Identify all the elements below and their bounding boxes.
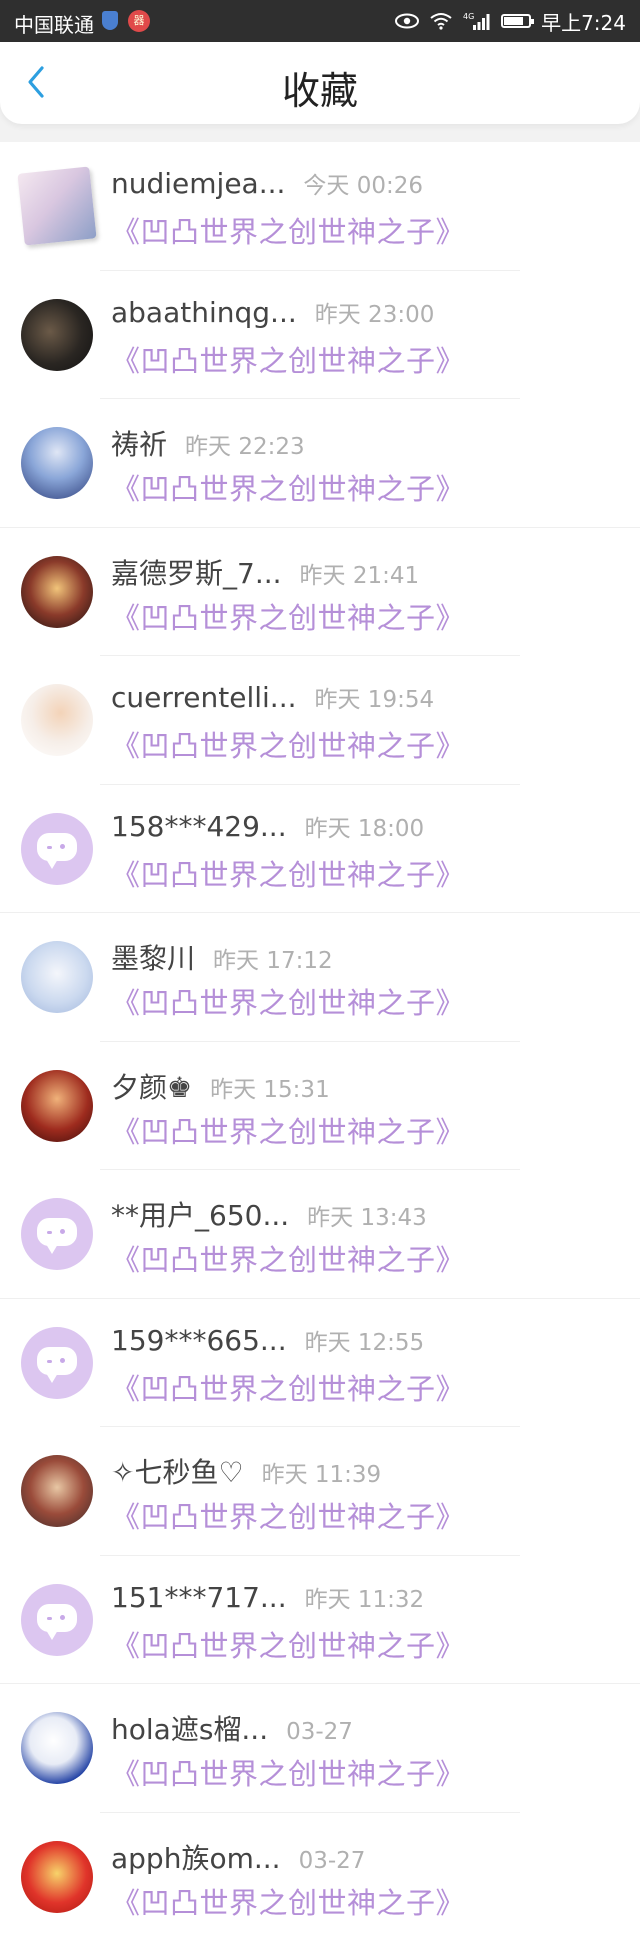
item-header: 嘉德罗斯_7... 昨天 21:41 — [111, 552, 419, 592]
item-header: nudiemjea... 今天 00:26 — [111, 166, 423, 200]
list-item[interactable]: 158***429... 昨天 18:00 《凹凸世界之创世神之子》 — [0, 785, 640, 914]
item-header: **用户_650... 昨天 13:43 — [111, 1194, 427, 1234]
list-item[interactable]: hola遮s榴... 03-27 《凹凸世界之创世神之子》 — [0, 1684, 640, 1813]
timestamp: 昨天 18:00 — [305, 816, 425, 842]
list-item[interactable]: 墨黎川昨天 17:12《凹凸世界之创世神之子》 — [0, 913, 640, 1042]
user-name[interactable]: apph族om... — [111, 1842, 281, 1875]
timestamp: 昨天 22:23 — [185, 434, 305, 460]
avatar[interactable] — [21, 427, 93, 499]
avatar[interactable] — [21, 684, 93, 756]
wifi-icon — [429, 12, 453, 30]
novel-title-link[interactable]: 《凹凸世界之创世神之子》 — [111, 1623, 465, 1665]
default-avatar-icon[interactable] — [21, 1198, 93, 1270]
list-item[interactable]: 151***717... 昨天 11:32 《凹凸世界之创世神之子》 — [0, 1556, 640, 1685]
list-item[interactable]: apph族om... 03-27 《凹凸世界之创世神之子》 — [0, 1813, 640, 1941]
item-header: cuerrentelli... 昨天 19:54 — [111, 680, 434, 714]
eye-icon — [395, 13, 419, 29]
item-header: hola遮s榴... 03-27 — [111, 1708, 353, 1748]
novel-title-link[interactable]: 《凹凸世界之创世神之子》 — [111, 980, 465, 1022]
list-item[interactable]: abaathinqg... 昨天 23:00 《凹凸世界之创世神之子》 — [0, 271, 640, 400]
user-name[interactable]: abaathinqg... — [111, 296, 297, 329]
list-item[interactable]: 159***665... 昨天 12:55 《凹凸世界之创世神之子》 — [0, 1299, 640, 1428]
novel-title-link[interactable]: 《凹凸世界之创世神之子》 — [111, 1366, 465, 1408]
novel-title-link[interactable]: 《凹凸世界之创世神之子》 — [111, 1237, 465, 1279]
item-header: 夕颜♚ 昨天 15:31 — [111, 1066, 330, 1106]
default-avatar-icon[interactable] — [21, 1584, 93, 1656]
timestamp: 今天 00:26 — [303, 173, 423, 199]
novel-title-link[interactable]: 《凹凸世界之创世神之子》 — [111, 852, 465, 894]
svg-text:4G: 4G — [463, 12, 474, 21]
signal-icon: 4G — [463, 11, 491, 31]
avatar[interactable] — [21, 299, 93, 371]
user-name[interactable]: 祷祈 — [111, 428, 167, 461]
timestamp: 昨天 23:00 — [315, 302, 435, 328]
timestamp: 昨天 11:32 — [305, 1587, 425, 1613]
avatar[interactable] — [17, 166, 96, 245]
list-item[interactable]: nudiemjea... 今天 00:26 《凹凸世界之创世神之子》 — [0, 142, 640, 271]
item-header: 158***429... 昨天 18:00 — [111, 809, 424, 843]
item-header: 墨黎川昨天 17:12 — [111, 937, 333, 977]
notification-badge: 器 — [128, 10, 150, 32]
list-item[interactable]: 嘉德罗斯_7... 昨天 21:41 《凹凸世界之创世神之子》 — [0, 528, 640, 657]
avatar[interactable] — [21, 556, 93, 628]
list-item[interactable]: **用户_650... 昨天 13:43 《凹凸世界之创世神之子》 — [0, 1170, 640, 1299]
avatar[interactable] — [21, 1070, 93, 1142]
status-bar: 中国联通 器 4G 早上7:24 — [0, 0, 640, 42]
timestamp: 昨天 19:54 — [315, 687, 435, 713]
user-name[interactable]: cuerrentelli... — [111, 681, 297, 714]
user-name[interactable]: 嘉德罗斯_7... — [111, 557, 282, 590]
timestamp: 昨天 11:39 — [262, 1462, 382, 1488]
novel-title-link[interactable]: 《凹凸世界之创世神之子》 — [111, 338, 465, 380]
shield-icon — [102, 11, 118, 30]
timestamp: 昨天 21:41 — [300, 563, 420, 589]
novel-title-link[interactable]: 《凹凸世界之创世神之子》 — [111, 1494, 465, 1536]
timestamp: 昨天 15:31 — [210, 1077, 330, 1103]
item-header: ✧七秒鱼♡ 昨天 11:39 — [111, 1451, 381, 1491]
list-item[interactable]: 夕颜♚ 昨天 15:31 《凹凸世界之创世神之子》 — [0, 1042, 640, 1171]
user-name[interactable]: ✧七秒鱼♡ — [111, 1456, 244, 1489]
novel-title-link[interactable]: 《凹凸世界之创世神之子》 — [111, 1880, 465, 1922]
avatar[interactable] — [21, 1712, 93, 1784]
list-item[interactable]: ✧七秒鱼♡ 昨天 11:39 《凹凸世界之创世神之子》 — [0, 1427, 640, 1556]
timestamp: 昨天 13:43 — [307, 1205, 427, 1231]
avatar[interactable] — [21, 1841, 93, 1913]
novel-title-link[interactable]: 《凹凸世界之创世神之子》 — [111, 1751, 465, 1793]
item-header: 159***665... 昨天 12:55 — [111, 1323, 424, 1357]
avatar[interactable] — [21, 1455, 93, 1527]
header: 收藏 — [0, 42, 640, 124]
favorites-list: nudiemjea...今天 00:26《凹凸世界之创世神之子》abaathin… — [0, 142, 640, 1941]
user-name[interactable]: 158***429... — [111, 810, 287, 843]
novel-title-link[interactable]: 《凹凸世界之创世神之子》 — [111, 1109, 465, 1151]
default-avatar-icon[interactable] — [21, 813, 93, 885]
user-name[interactable]: 159***665... — [111, 1324, 287, 1357]
clock: 早上7:24 — [541, 7, 626, 36]
timestamp: 03-27 — [286, 1719, 353, 1745]
list-item[interactable]: 祷祈昨天 22:23《凹凸世界之创世神之子》 — [0, 399, 640, 528]
novel-title-link[interactable]: 《凹凸世界之创世神之子》 — [111, 466, 465, 508]
carrier-name: 中国联通 — [14, 9, 94, 38]
user-name[interactable]: hola遮s榴... — [111, 1713, 268, 1746]
list-item[interactable]: cuerrentelli... 昨天 19:54 《凹凸世界之创世神之子》 — [0, 656, 640, 785]
item-header: apph族om... 03-27 — [111, 1837, 365, 1877]
avatar[interactable] — [21, 941, 93, 1013]
user-name[interactable]: **用户_650... — [111, 1199, 289, 1232]
user-name[interactable]: 墨黎川 — [111, 942, 195, 975]
user-name[interactable]: nudiemjea... — [111, 167, 285, 200]
novel-title-link[interactable]: 《凹凸世界之创世神之子》 — [111, 209, 465, 251]
timestamp: 昨天 12:55 — [305, 1330, 425, 1356]
item-header: abaathinqg... 昨天 23:00 — [111, 295, 434, 329]
status-icons: 4G 早上7:24 — [395, 9, 626, 33]
user-name[interactable]: 夕颜♚ — [111, 1071, 192, 1104]
item-header: 祷祈昨天 22:23 — [111, 423, 305, 463]
timestamp: 03-27 — [299, 1848, 366, 1874]
battery-icon — [501, 14, 531, 28]
header-area: 收藏 — [0, 42, 640, 142]
novel-title-link[interactable]: 《凹凸世界之创世神之子》 — [111, 595, 465, 637]
page-title: 收藏 — [0, 60, 640, 115]
novel-title-link[interactable]: 《凹凸世界之创世神之子》 — [111, 723, 465, 765]
item-header: 151***717... 昨天 11:32 — [111, 1580, 424, 1614]
user-name[interactable]: 151***717... — [111, 1581, 287, 1614]
default-avatar-icon[interactable] — [21, 1327, 93, 1399]
timestamp: 昨天 17:12 — [213, 948, 333, 974]
